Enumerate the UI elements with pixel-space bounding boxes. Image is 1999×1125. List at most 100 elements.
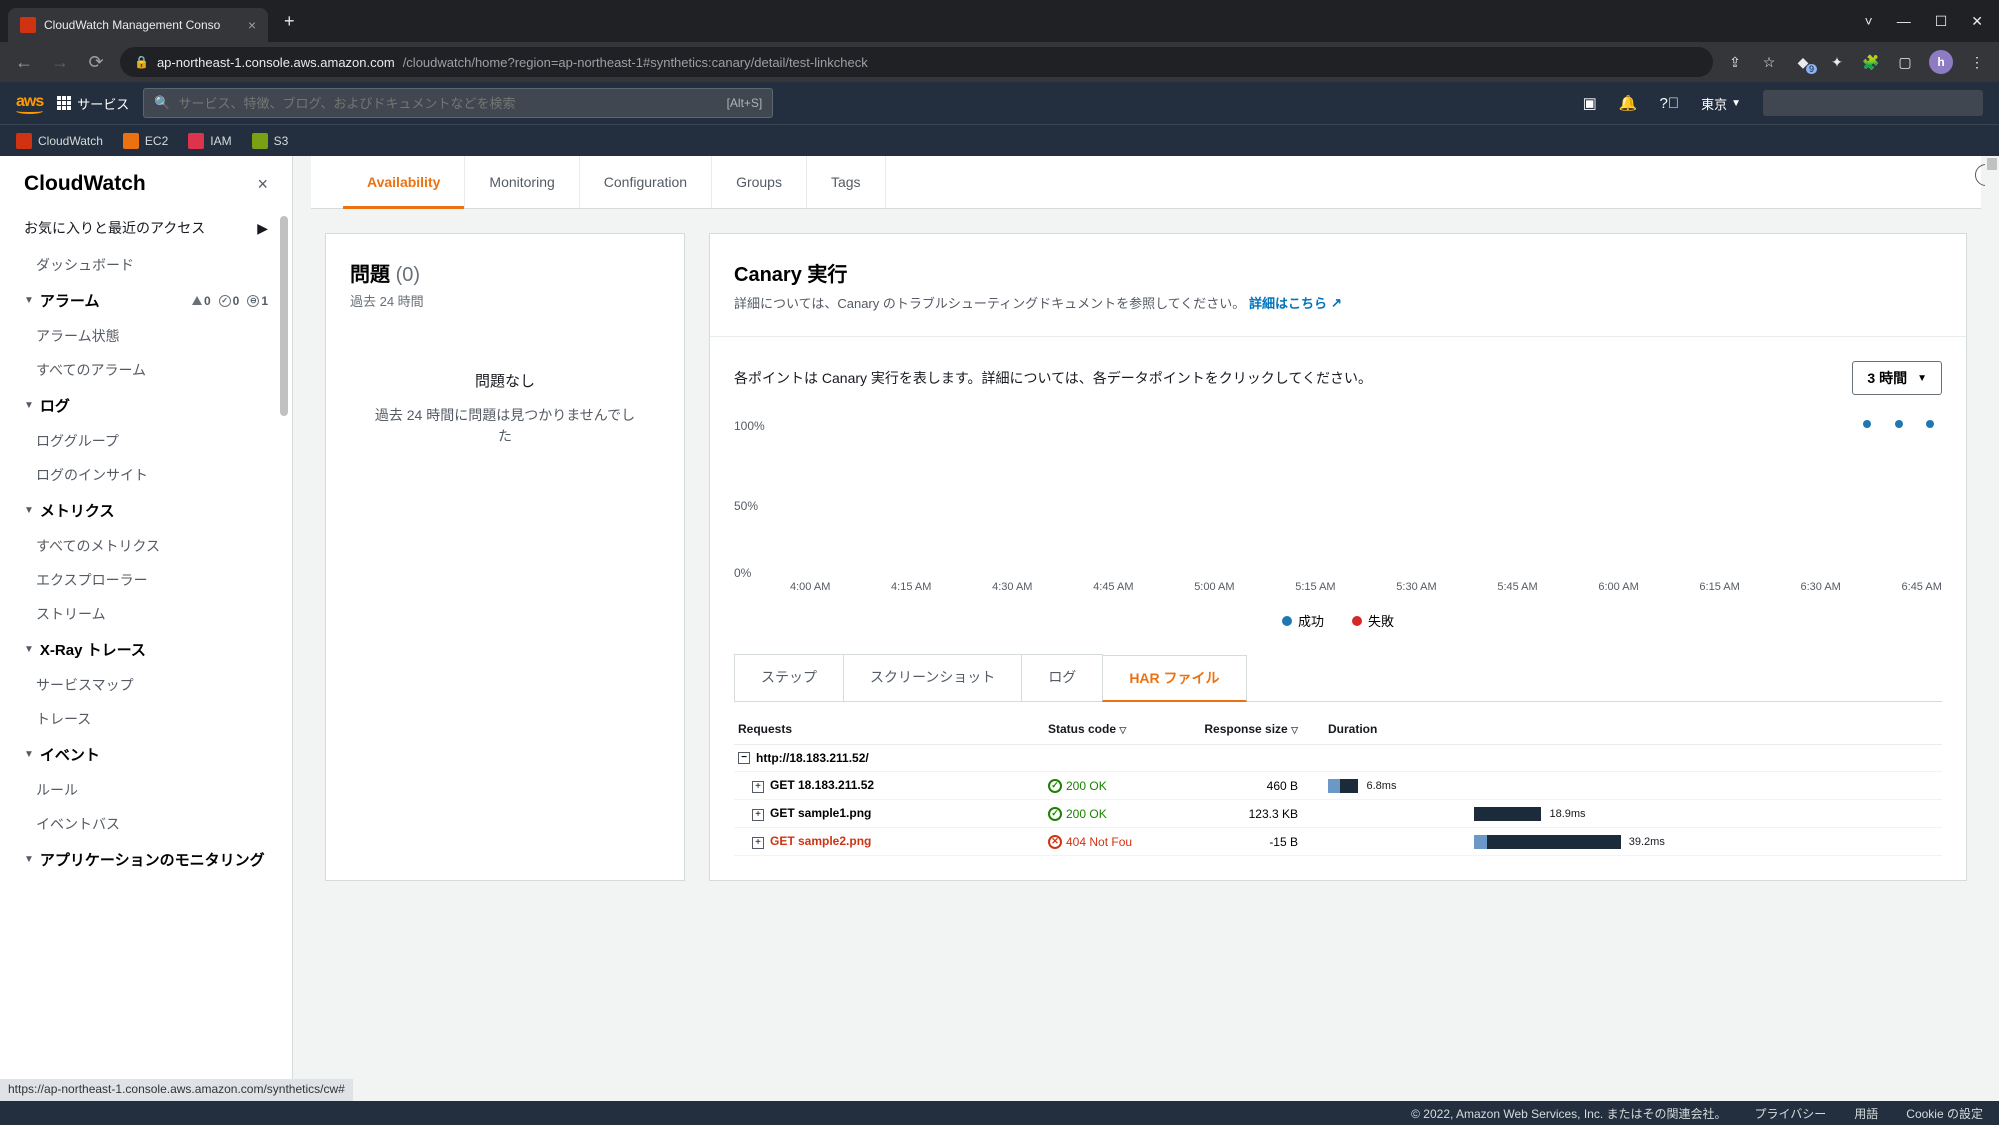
col-duration[interactable]: Duration▽ [1328,722,1938,736]
har-group-row[interactable]: − http://18.183.211.52/ [734,745,1942,772]
canary-help-link[interactable]: 詳細はこちら ↗ [1249,293,1342,312]
sidebar-close-icon[interactable]: × [257,174,268,195]
expand-icon[interactable]: + [752,781,764,793]
tab-availability[interactable]: Availability [343,156,465,208]
back-button[interactable]: ← [12,52,36,73]
data-point[interactable] [1926,420,1934,428]
sidebar-alarms[interactable]: ▼アラーム 0 ✓0 ⊖1 [24,290,268,311]
x-tick: 4:45 AM [1093,581,1133,593]
status-cell: ✓200 OK [1048,807,1198,821]
bookmark-iam[interactable]: IAM [188,133,231,149]
sidebar-all-metrics[interactable]: すべてのメトリクス [0,529,292,563]
bookmark-star-icon[interactable]: ☆ [1759,52,1779,72]
size-cell: -15 B [1198,835,1328,849]
legend-fail[interactable]: 失敗 [1352,611,1394,630]
region-selector[interactable]: 東京 ▼ [1701,94,1741,113]
col-requests[interactable]: Requests [738,722,1048,736]
subtab-screenshot[interactable]: スクリーンショット [843,654,1022,701]
y-tick: 100% [734,419,765,433]
sidebar-logs[interactable]: ▼ログ [24,395,268,416]
legend-success[interactable]: 成功 [1282,611,1324,630]
sidebar-rule[interactable]: ルール [0,773,292,807]
footer-cookie[interactable]: Cookie の設定 [1906,1105,1983,1122]
close-button[interactable]: ✕ [1971,13,1983,30]
canary-chart[interactable]: 100% 50% 0% 4:00 AM 4:15 AM 4:30 AM 4:45… [734,411,1942,601]
lock-icon: 🔒 [134,55,149,69]
main-scrollbar[interactable] [1985,156,1999,1101]
subtab-har[interactable]: HAR ファイル [1102,655,1246,702]
grid-icon [57,96,71,110]
account-menu[interactable] [1763,90,1983,116]
sidebar-metrics[interactable]: ▼メトリクス [24,500,268,521]
extension-icon[interactable]: ◆ [1793,52,1813,72]
expand-icon[interactable]: + [752,837,764,849]
har-row[interactable]: +GET sample1.png ✓200 OK 123.3 KB 18.9ms [734,800,1942,828]
sidebar-scrollbar[interactable] [280,216,288,416]
tab-tags[interactable]: Tags [807,156,886,208]
sidebar-favorites[interactable]: お気に入りと最近のアクセス ▶ [0,208,292,248]
aws-logo[interactable]: aws [16,93,43,114]
collapse-icon[interactable]: − [738,752,750,764]
bookmark-ec2[interactable]: EC2 [123,133,168,149]
address-bar[interactable]: 🔒 ap-northeast-1.console.aws.amazon.com/… [120,47,1713,77]
tab-configuration[interactable]: Configuration [580,156,712,208]
minimize-button[interactable]: — [1897,13,1911,30]
bookmark-cloudwatch[interactable]: CloudWatch [16,133,103,149]
sidebar-trace[interactable]: トレース [0,702,292,736]
sidebar-service-map[interactable]: サービスマップ [0,668,292,702]
time-range-select[interactable]: 3 時間 ▼ [1852,361,1942,395]
notifications-icon[interactable]: 🔔 [1619,94,1638,112]
subtab-log[interactable]: ログ [1021,654,1103,701]
extension2-icon[interactable]: ✦ [1827,52,1847,72]
sidebar-xray[interactable]: ▼X-Ray トレース [24,639,268,660]
sidebar-log-insights[interactable]: ログのインサイト [0,458,292,492]
sidebar-event-bus[interactable]: イベントバス [0,807,292,841]
col-status[interactable]: Status code ▽ [1048,722,1198,736]
expand-icon[interactable]: + [752,809,764,821]
footer-terms[interactable]: 用語 [1854,1105,1878,1122]
search-input[interactable] [178,96,718,111]
maximize-button[interactable]: ☐ [1935,13,1948,30]
profile-avatar[interactable]: h [1929,50,1953,74]
tab-monitoring[interactable]: Monitoring [465,156,579,208]
har-row[interactable]: +GET 18.183.211.52 ✓200 OK 460 B 6.8ms [734,772,1942,800]
tab-groups[interactable]: Groups [712,156,807,208]
help-icon[interactable]: ?⃝ [1659,95,1679,112]
sidepanel-icon[interactable]: ▢ [1895,52,1915,72]
menu-icon[interactable]: ⋮ [1967,52,1987,72]
sidebar-log-groups[interactable]: ロググループ [0,424,292,458]
footer-privacy[interactable]: プライバシー [1755,1105,1827,1122]
minimize-icon[interactable]: ˅ [1865,13,1873,30]
duration-cell: 39.2ms [1328,835,1938,849]
sidebar-alarm-state[interactable]: アラーム状態 [0,319,292,353]
request-name: GET sample1.png [770,806,871,820]
bookmark-s3[interactable]: S3 [252,133,289,149]
aws-search[interactable]: 🔍 [Alt+S] [143,88,773,118]
time-range-label: 3 時間 [1867,368,1907,388]
col-size[interactable]: Response size ▽ [1198,722,1328,736]
status-icon: ✓ [1048,779,1062,793]
new-tab-button[interactable]: + [284,11,295,32]
har-row[interactable]: +GET sample2.png ✕404 Not Fou -15 B 39.2… [734,828,1942,856]
data-point[interactable] [1863,420,1871,428]
sidebar-app-monitoring[interactable]: ▼アプリケーションのモニタリング [24,849,268,870]
sidebar-events[interactable]: ▼イベント [24,744,268,765]
data-point[interactable] [1895,420,1903,428]
sidebar-dashboard[interactable]: ダッシュボード [0,248,292,282]
browser-tab[interactable]: CloudWatch Management Conso × [8,8,268,42]
x-tick: 4:00 AM [790,581,830,593]
sidebar-stream[interactable]: ストリーム [0,597,292,631]
forward-button[interactable]: → [48,52,72,73]
x-tick: 6:30 AM [1800,581,1840,593]
sidebar-explorer[interactable]: エクスプローラー [0,563,292,597]
share-icon[interactable]: ⇪ [1725,52,1745,72]
x-tick: 4:15 AM [891,581,931,593]
sidebar-all-alarms[interactable]: すべてのアラーム [0,353,292,387]
cloudshell-icon[interactable]: ▣ [1583,94,1597,112]
subtab-step[interactable]: ステップ [734,654,844,701]
extensions-icon[interactable]: 🧩 [1861,52,1881,72]
section-label: メトリクス [40,500,115,521]
reload-button[interactable]: ⟳ [84,52,108,73]
tab-close-icon[interactable]: × [248,17,256,33]
services-menu[interactable]: サービス [57,94,129,113]
